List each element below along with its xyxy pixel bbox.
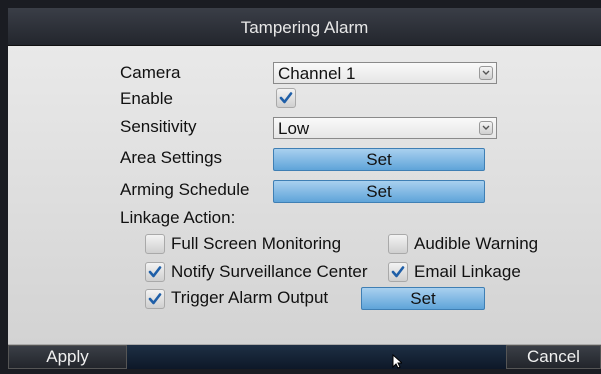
- audible-warning-label: Audible Warning: [414, 234, 539, 253]
- settings-panel: Camera Channel 1 Enable Sensitivity Low …: [8, 46, 601, 345]
- full-screen-label: Full Screen Monitoring: [171, 234, 342, 253]
- sensitivity-label: Sensitivity: [120, 117, 197, 136]
- chevron-down-icon[interactable]: [479, 66, 493, 80]
- mouse-pointer-icon: [392, 353, 404, 374]
- audible-warning-checkbox[interactable]: [388, 234, 408, 254]
- camera-select[interactable]: Channel 1: [273, 62, 497, 84]
- enable-checkbox[interactable]: [276, 88, 296, 108]
- trigger-set-button[interactable]: Set: [361, 287, 485, 310]
- title-bar: Tampering Alarm: [8, 8, 601, 46]
- area-set-button[interactable]: Set: [273, 148, 485, 171]
- sensitivity-value: Low: [278, 119, 310, 138]
- camera-label: Camera: [120, 63, 181, 82]
- sensitivity-select[interactable]: Low: [273, 117, 497, 139]
- cancel-button[interactable]: Cancel: [506, 345, 601, 369]
- arming-schedule-label: Arming Schedule: [120, 180, 250, 199]
- apply-button[interactable]: Apply: [8, 345, 127, 369]
- email-linkage-label: Email Linkage: [414, 262, 521, 281]
- email-linkage-checkbox[interactable]: [388, 262, 408, 282]
- camera-value: Channel 1: [278, 64, 356, 83]
- tampering-alarm-dialog: Tampering Alarm Camera Channel 1 Enable …: [8, 8, 601, 369]
- notify-center-checkbox[interactable]: [145, 262, 165, 282]
- dialog-title: Tampering Alarm: [240, 18, 369, 37]
- enable-label: Enable: [120, 89, 173, 108]
- chevron-down-icon[interactable]: [479, 121, 493, 135]
- trigger-output-checkbox[interactable]: [145, 289, 165, 309]
- footer-bar: Apply Cancel: [8, 345, 601, 369]
- linkage-action-label: Linkage Action:: [120, 208, 236, 227]
- schedule-set-button[interactable]: Set: [273, 180, 485, 203]
- notify-center-label: Notify Surveillance Center: [171, 262, 368, 281]
- full-screen-checkbox[interactable]: [145, 234, 165, 254]
- area-settings-label: Area Settings: [120, 148, 223, 167]
- trigger-output-label: Trigger Alarm Output: [171, 288, 329, 307]
